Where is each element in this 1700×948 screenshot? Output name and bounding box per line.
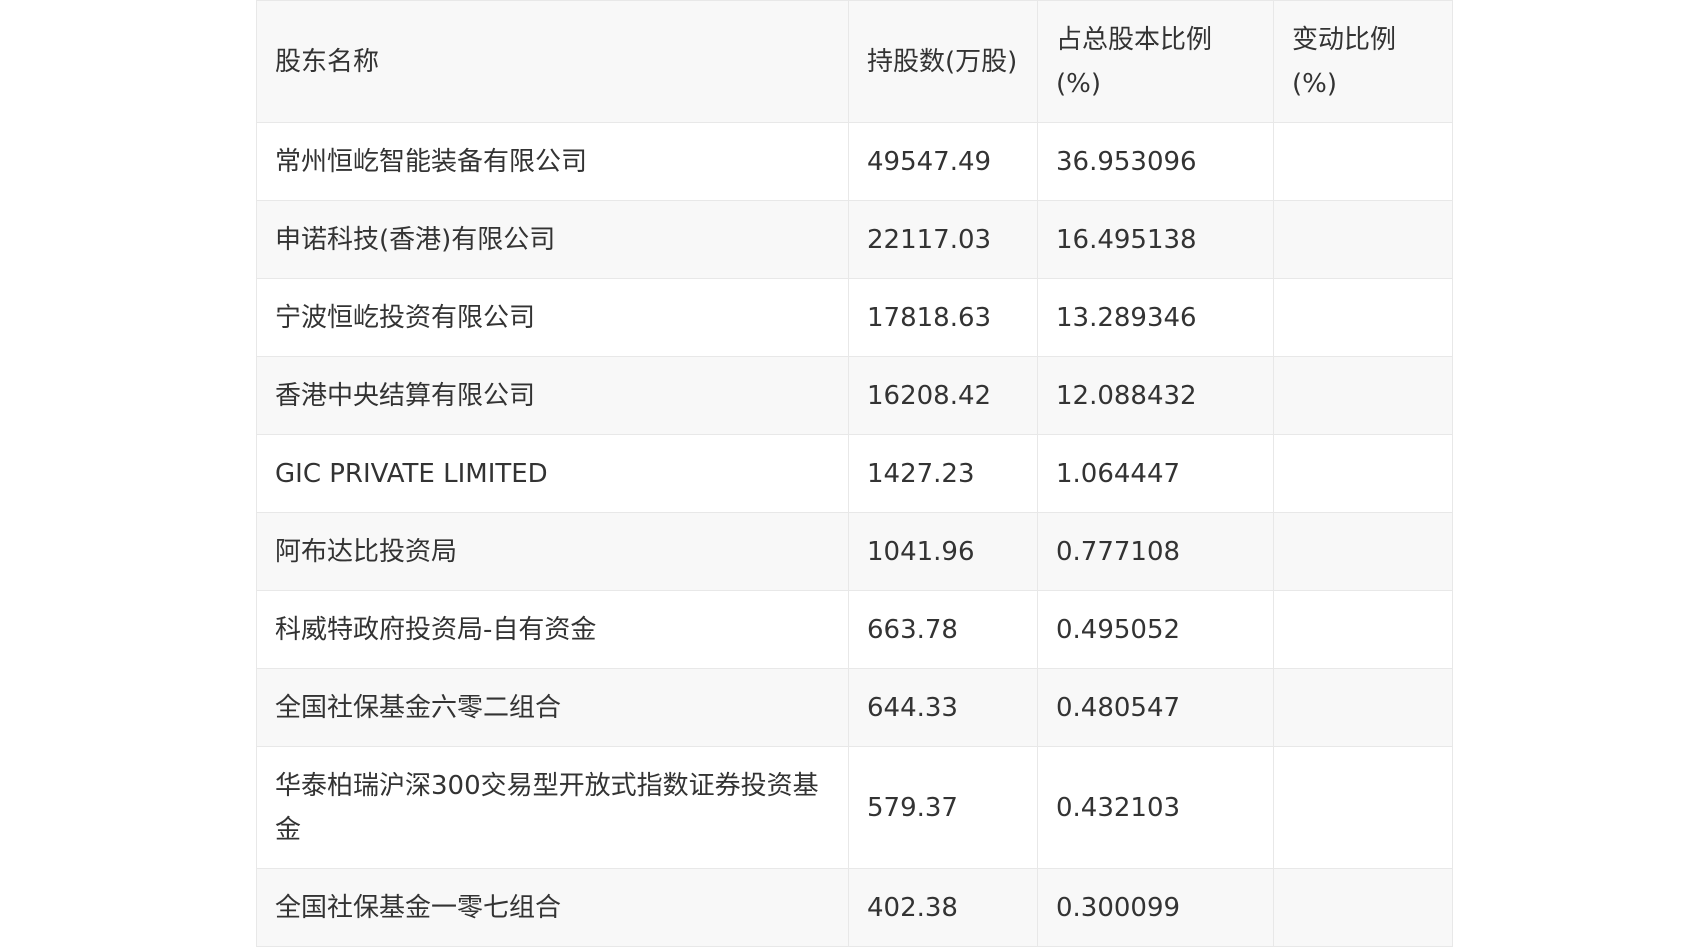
table-row: 阿布达比投资局 1041.96 0.777108	[256, 512, 1453, 591]
cell-shareholder-name: 全国社保基金一零七组合	[256, 868, 849, 947]
cell-shares-held: 17818.63	[848, 278, 1038, 357]
cell-share-ratio: 13.289346	[1037, 278, 1274, 357]
cell-change-ratio	[1273, 278, 1453, 357]
cell-shareholder-name: 申诺科技(香港)有限公司	[256, 200, 849, 279]
cell-shares-held: 644.33	[848, 668, 1038, 747]
header-share-ratio: 占总股本比例(%)	[1037, 0, 1274, 123]
cell-shareholder-name: 阿布达比投资局	[256, 512, 849, 591]
cell-shares-held: 402.38	[848, 868, 1038, 947]
cell-share-ratio: 0.777108	[1037, 512, 1274, 591]
shareholder-table-container: 股东名称 持股数(万股) 占总股本比例(%) 变动比例(%) 常州恒屹智能装备有…	[256, 0, 1453, 947]
cell-shareholder-name: GIC PRIVATE LIMITED	[256, 434, 849, 513]
table-row: 申诺科技(香港)有限公司 22117.03 16.495138	[256, 200, 1453, 279]
cell-change-ratio	[1273, 122, 1453, 201]
cell-change-ratio	[1273, 356, 1453, 435]
table-row: 宁波恒屹投资有限公司 17818.63 13.289346	[256, 278, 1453, 357]
cell-share-ratio: 1.064447	[1037, 434, 1274, 513]
cell-shareholder-name: 香港中央结算有限公司	[256, 356, 849, 435]
cell-share-ratio: 16.495138	[1037, 200, 1274, 279]
cell-change-ratio	[1273, 434, 1453, 513]
cell-shares-held: 1427.23	[848, 434, 1038, 513]
cell-shareholder-name: 常州恒屹智能装备有限公司	[256, 122, 849, 201]
table-row: 华泰柏瑞沪深300交易型开放式指数证券投资基金 579.37 0.432103	[256, 746, 1453, 869]
cell-shares-held: 16208.42	[848, 356, 1038, 435]
cell-shareholder-name: 全国社保基金六零二组合	[256, 668, 849, 747]
cell-share-ratio: 36.953096	[1037, 122, 1274, 201]
cell-change-ratio	[1273, 746, 1453, 869]
cell-share-ratio: 0.300099	[1037, 868, 1274, 947]
cell-shares-held: 663.78	[848, 590, 1038, 669]
cell-change-ratio	[1273, 668, 1453, 747]
table-row: 科威特政府投资局-自有资金 663.78 0.495052	[256, 590, 1453, 669]
cell-share-ratio: 0.432103	[1037, 746, 1274, 869]
cell-shareholder-name: 华泰柏瑞沪深300交易型开放式指数证券投资基金	[256, 746, 849, 869]
shareholder-table: 股东名称 持股数(万股) 占总股本比例(%) 变动比例(%) 常州恒屹智能装备有…	[256, 0, 1453, 947]
cell-change-ratio	[1273, 512, 1453, 591]
table-row: GIC PRIVATE LIMITED 1427.23 1.064447	[256, 434, 1453, 513]
cell-shares-held: 579.37	[848, 746, 1038, 869]
cell-shares-held: 22117.03	[848, 200, 1038, 279]
table-row: 香港中央结算有限公司 16208.42 12.088432	[256, 356, 1453, 435]
cell-change-ratio	[1273, 868, 1453, 947]
header-shareholder-name: 股东名称	[256, 0, 849, 123]
cell-change-ratio	[1273, 590, 1453, 669]
cell-share-ratio: 0.480547	[1037, 668, 1274, 747]
cell-shareholder-name: 宁波恒屹投资有限公司	[256, 278, 849, 357]
table-row: 全国社保基金一零七组合 402.38 0.300099	[256, 868, 1453, 947]
cell-shares-held: 49547.49	[848, 122, 1038, 201]
header-change-ratio: 变动比例(%)	[1273, 0, 1453, 123]
table-row: 常州恒屹智能装备有限公司 49547.49 36.953096	[256, 122, 1453, 201]
cell-change-ratio	[1273, 200, 1453, 279]
cell-shareholder-name: 科威特政府投资局-自有资金	[256, 590, 849, 669]
header-shares-held: 持股数(万股)	[848, 0, 1038, 123]
table-row: 全国社保基金六零二组合 644.33 0.480547	[256, 668, 1453, 747]
cell-shares-held: 1041.96	[848, 512, 1038, 591]
cell-share-ratio: 0.495052	[1037, 590, 1274, 669]
table-header-row: 股东名称 持股数(万股) 占总股本比例(%) 变动比例(%)	[256, 0, 1453, 123]
cell-share-ratio: 12.088432	[1037, 356, 1274, 435]
